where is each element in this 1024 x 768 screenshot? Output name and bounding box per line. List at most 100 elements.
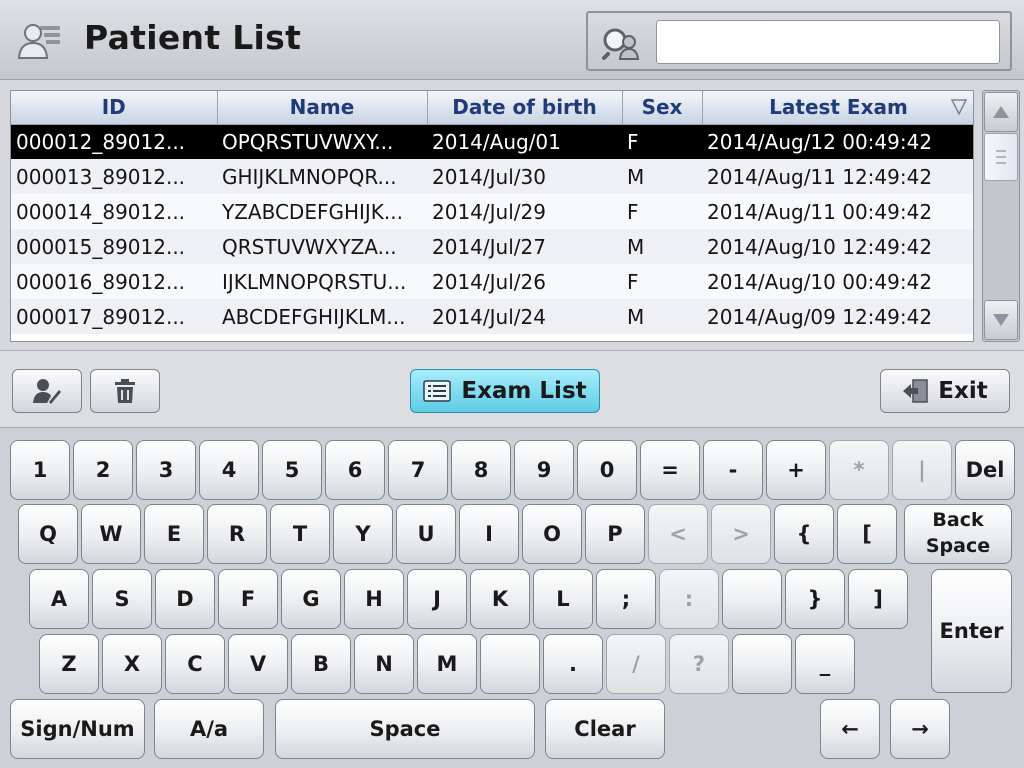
vertical-scrollbar[interactable] [982, 90, 1020, 342]
key-pipe[interactable]: | [892, 440, 952, 500]
cell-id: 000016_89012... [11, 264, 217, 299]
key-4[interactable]: 4 [199, 440, 259, 500]
key-blank[interactable] [732, 634, 792, 694]
key-back-space[interactable]: Back Space [904, 504, 1012, 564]
key-blank[interactable] [722, 569, 782, 629]
key-del[interactable]: Del [955, 440, 1015, 500]
key-equals[interactable]: = [640, 440, 700, 500]
key-k[interactable]: K [470, 569, 530, 629]
scroll-down-button[interactable] [984, 300, 1018, 340]
column-header-name[interactable]: Name [217, 91, 428, 125]
key-w[interactable]: W [81, 504, 141, 564]
key-period[interactable]: . [543, 634, 603, 694]
key-y[interactable]: Y [333, 504, 393, 564]
key-z[interactable]: Z [39, 634, 99, 694]
key-d[interactable]: D [155, 569, 215, 629]
search-input[interactable] [656, 20, 1000, 64]
header: Patient List [0, 0, 1024, 80]
column-header-latest-exam[interactable]: Latest Exam [702, 91, 973, 125]
key-r[interactable]: R [207, 504, 267, 564]
key-a[interactable]: A [29, 569, 89, 629]
column-header-id[interactable]: ID [11, 91, 218, 125]
key-asterisk[interactable]: * [829, 440, 889, 500]
search-patient-icon[interactable] [600, 25, 640, 61]
column-header-sex[interactable]: Sex [622, 91, 703, 125]
key-m[interactable]: M [417, 634, 477, 694]
key-i[interactable]: I [459, 504, 519, 564]
key-plus[interactable]: + [766, 440, 826, 500]
key-t[interactable]: T [270, 504, 330, 564]
table-row[interactable]: 000014_89012... YZABCDEFGHIJK... 2014/Ju… [11, 194, 973, 229]
key-e[interactable]: E [144, 504, 204, 564]
key-left-bracket[interactable]: [ [837, 504, 897, 564]
key-o[interactable]: O [522, 504, 582, 564]
key-left-brace[interactable]: { [774, 504, 834, 564]
sort-descending-icon [950, 99, 967, 116]
table-row[interactable]: 000017_89012... ABCDEFGHIJKLM... 2014/Ju… [11, 299, 973, 334]
key-j[interactable]: J [407, 569, 467, 629]
key-slash[interactable]: / [606, 634, 666, 694]
cell-date-of-birth: 2014/Jul/30 [427, 159, 622, 194]
key-underscore[interactable]: _ [795, 634, 855, 694]
patient-table: ID Name Date of birth Sex Latest Exam 00… [10, 90, 974, 342]
key-clear[interactable]: Clear [545, 699, 665, 759]
key-l[interactable]: L [533, 569, 593, 629]
delete-patient-button[interactable] [90, 369, 160, 413]
cell-date-of-birth: 2014/Jul/29 [427, 194, 622, 229]
key-0[interactable]: 0 [577, 440, 637, 500]
table-row[interactable]: 000016_89012... IJKLMNOPQRSTU... 2014/Ju… [11, 264, 973, 299]
key-7[interactable]: 7 [388, 440, 448, 500]
key-greater-than[interactable]: > [711, 504, 771, 564]
cell-date-of-birth: 2014/Jul/24 [427, 299, 622, 334]
key-blank[interactable] [480, 634, 540, 694]
exit-button[interactable]: Exit [880, 369, 1010, 413]
key-x[interactable]: X [102, 634, 162, 694]
cell-latest-exam: 2014/Aug/11 12:49:42 [702, 159, 973, 194]
key-sign-num[interactable]: Sign/Num [10, 699, 145, 759]
key-less-than[interactable]: < [648, 504, 708, 564]
key-colon[interactable]: : [659, 569, 719, 629]
exam-list-button[interactable]: Exam List [410, 369, 600, 413]
cell-latest-exam: 2014/Aug/10 12:49:42 [702, 229, 973, 264]
key-n[interactable]: N [354, 634, 414, 694]
key-c[interactable]: C [165, 634, 225, 694]
key-h[interactable]: H [344, 569, 404, 629]
edit-patient-button[interactable] [12, 369, 82, 413]
exit-icon [903, 379, 929, 403]
table-row[interactable]: 000012_89012... OPQRSTUVWXY... 2014/Aug/… [11, 124, 973, 159]
scroll-thumb[interactable] [984, 133, 1018, 181]
key-question[interactable]: ? [669, 634, 729, 694]
key-5[interactable]: 5 [262, 440, 322, 500]
key-right-bracket[interactable]: ] [848, 569, 908, 629]
key-g[interactable]: G [281, 569, 341, 629]
key-enter[interactable]: Enter [931, 569, 1012, 693]
table-row[interactable]: 000015_89012... QRSTUVWXYZA... 2014/Jul/… [11, 229, 973, 264]
key-1[interactable]: 1 [10, 440, 70, 500]
key-6[interactable]: 6 [325, 440, 385, 500]
key-arrow-right[interactable]: → [890, 699, 950, 759]
key-minus[interactable]: - [703, 440, 763, 500]
key-right-brace[interactable]: } [785, 569, 845, 629]
key-9[interactable]: 9 [514, 440, 574, 500]
key-q[interactable]: Q [18, 504, 78, 564]
arrow-up-icon [993, 106, 1009, 118]
key-s[interactable]: S [92, 569, 152, 629]
table-row[interactable]: 000013_89012... GHIJKLMNOPQR... 2014/Jul… [11, 159, 973, 194]
key-v[interactable]: V [228, 634, 288, 694]
column-header-date-of-birth[interactable]: Date of birth [427, 91, 623, 125]
key-semicolon[interactable]: ; [596, 569, 656, 629]
cell-date-of-birth: 2014/Jul/26 [427, 264, 622, 299]
key-b[interactable]: B [291, 634, 351, 694]
scroll-up-button[interactable] [984, 92, 1018, 132]
key-8[interactable]: 8 [451, 440, 511, 500]
key-arrow-left[interactable]: ← [820, 699, 880, 759]
cell-id: 000013_89012... [11, 159, 217, 194]
cell-id: 000012_89012... [11, 124, 217, 159]
key-f[interactable]: F [218, 569, 278, 629]
key-u[interactable]: U [396, 504, 456, 564]
key-space[interactable]: Space [275, 699, 535, 759]
key-p[interactable]: P [585, 504, 645, 564]
key-2[interactable]: 2 [73, 440, 133, 500]
key-a-a[interactable]: A/a [154, 699, 264, 759]
key-3[interactable]: 3 [136, 440, 196, 500]
